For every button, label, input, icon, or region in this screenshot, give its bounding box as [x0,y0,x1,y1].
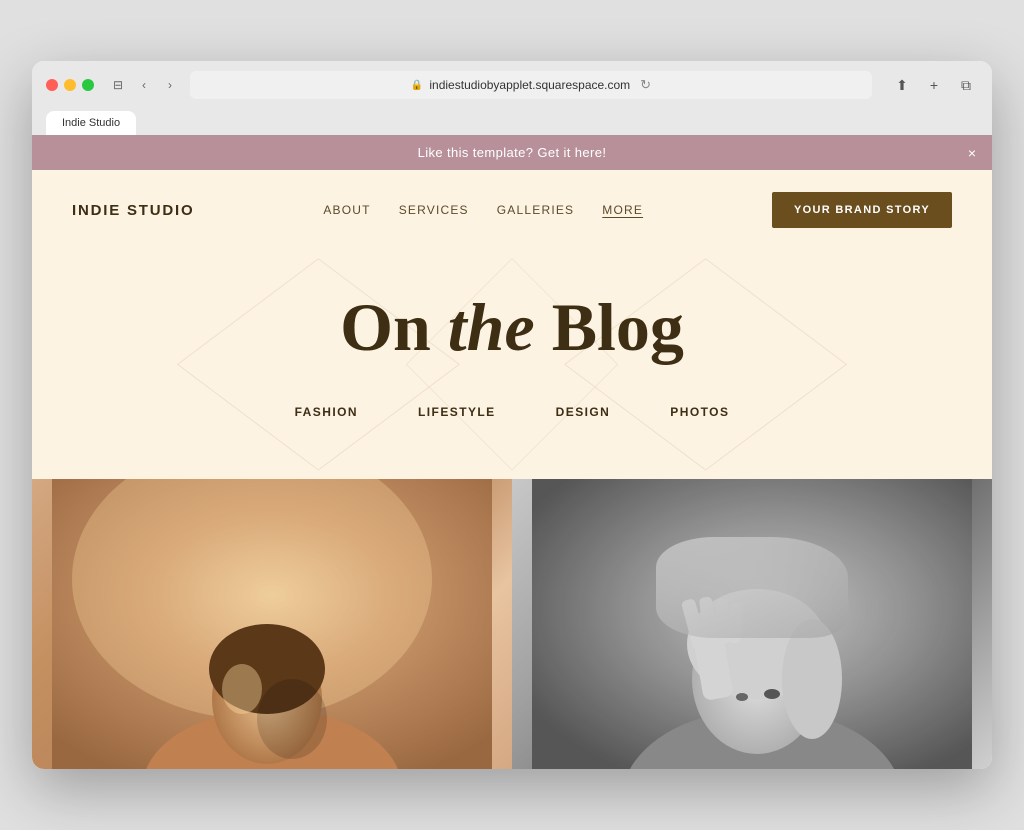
nav-about[interactable]: ABOUT [323,203,370,217]
back-button[interactable]: ‹ [134,75,154,95]
browser-controls: ⊟ ‹ › [108,75,180,95]
blog-categories: FASHION LIFESTYLE DESIGN PHOTOS [72,395,952,449]
category-lifestyle[interactable]: LIFESTYLE [418,405,496,419]
browser-actions: ⬆ + ⧉ [890,73,978,97]
blog-post-1[interactable] [32,479,512,769]
tab-bar: Indie Studio [46,111,978,135]
new-tab-button[interactable]: + [922,73,946,97]
banner-close-button[interactable]: × [968,146,976,160]
brand-story-button[interactable]: YOUR BRAND STORY [772,192,952,228]
category-design[interactable]: DESIGN [556,405,611,419]
site-logo[interactable]: INDIE STUDIO [72,202,194,219]
maximize-button[interactable] [82,79,94,91]
banner-text: Like this template? Get it here! [418,145,607,160]
site-header: INDIE STUDIO ABOUT SERVICES GALLERIES MO… [32,170,992,250]
share-button[interactable]: ⬆ [890,73,914,97]
nav-galleries[interactable]: GALLERIES [497,203,575,217]
blog-grid [32,479,992,769]
category-photos[interactable]: PHOTOS [670,405,729,419]
hero-title-on: On [340,289,448,365]
forward-button[interactable]: › [160,75,180,95]
blog-post-1-image [32,479,512,769]
lock-icon: 🔒 [411,80,423,91]
browser-chrome: ⊟ ‹ › 🔒 indiestudiobyapplet.squarespace.… [32,61,992,135]
active-tab[interactable]: Indie Studio [46,111,136,135]
sidebar-button[interactable]: ⧉ [954,73,978,97]
blog-post-2-image [512,479,992,769]
refresh-icon[interactable]: ↻ [640,77,651,93]
url-text: indiestudiobyapplet.squarespace.com [429,78,630,92]
hero-title: On the Blog [72,290,952,365]
blog-post-2[interactable] [512,479,992,769]
hero-title-the: the [448,289,535,365]
minimize-button[interactable] [64,79,76,91]
hero-section: On the Blog FASHION LIFESTYLE DESIGN PHO… [32,250,992,479]
category-fashion[interactable]: FASHION [295,405,358,419]
hero-title-blog: Blog [535,289,684,365]
address-bar[interactable]: 🔒 indiestudiobyapplet.squarespace.com ↻ [190,71,872,99]
website-content: Like this template? Get it here! × INDIE… [32,135,992,769]
window-mode-button[interactable]: ⊟ [108,75,128,95]
traffic-lights [46,79,94,91]
nav-services[interactable]: SERVICES [399,203,469,217]
promo-banner: Like this template? Get it here! × [32,135,992,170]
close-button[interactable] [46,79,58,91]
nav-more[interactable]: MORE [602,203,643,217]
browser-window: ⊟ ‹ › 🔒 indiestudiobyapplet.squarespace.… [32,61,992,769]
site-nav: ABOUT SERVICES GALLERIES MORE [323,203,643,217]
